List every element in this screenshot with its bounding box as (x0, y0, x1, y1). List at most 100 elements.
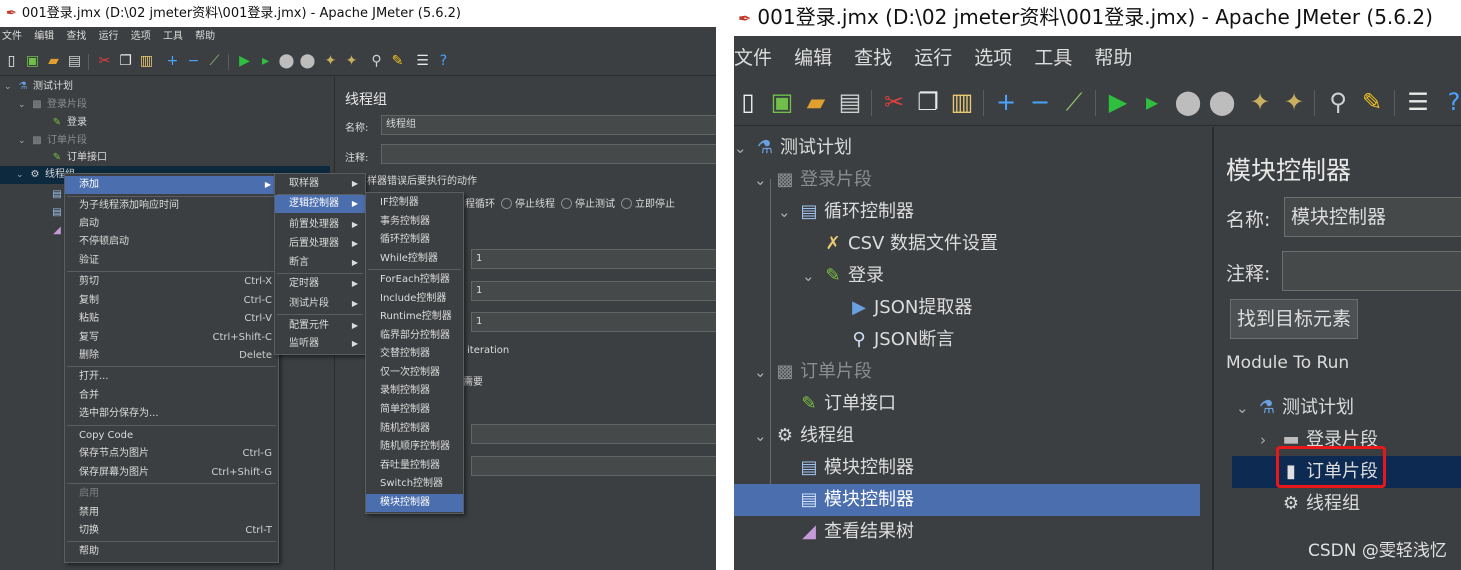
submenu-item-listener[interactable]: 监听器 ▶ (275, 335, 365, 353)
menu-item-cut[interactable]: 剪切 Ctrl-X (65, 273, 278, 291)
start-icon[interactable]: ▶ (1104, 88, 1132, 116)
chevron-down-icon[interactable]: ⌄ (754, 164, 774, 196)
radio-stop-now[interactable] (621, 198, 632, 209)
menu-tools[interactable]: 工具 (163, 31, 183, 42)
tree-node-login-fragment[interactable]: ⌄ ▩ 登录片段 (18, 96, 87, 114)
menu-tools[interactable]: 工具 (1034, 47, 1072, 69)
menu-item-copy[interactable]: 复制 Ctrl-C (65, 292, 278, 310)
collapse-icon[interactable]: − (185, 53, 202, 70)
tree-node-order-api[interactable]: ✎ 订单接口 (50, 149, 107, 167)
expand-icon[interactable]: + (992, 88, 1020, 116)
find-target-button[interactable]: 找到目标元素 (1230, 299, 1358, 339)
tree-node-login-fragment[interactable]: ⌄ ▩ 登录片段 (754, 164, 872, 196)
logic-item-transaction[interactable]: 事务控制器 (366, 213, 463, 231)
name-field[interactable]: 模块控制器 (1284, 197, 1461, 237)
submenu-item-sampler[interactable]: 取样器 ▶ (275, 175, 365, 193)
menu-search[interactable]: 查找 (66, 31, 86, 42)
tree-node-thread-group[interactable]: ⌄ ⚙ 线程组 (754, 420, 854, 452)
submenu-item-pre-processor[interactable]: 前置处理器 ▶ (275, 216, 365, 234)
toggle-icon[interactable]: ⟋ (206, 53, 223, 70)
clear-all-icon[interactable]: ✦ (343, 53, 360, 70)
tree-node-order-fragment[interactable]: ⌄ ▩ 订单片段 (18, 132, 87, 150)
search-icon[interactable]: ⚲ (1324, 88, 1352, 116)
save-icon[interactable]: ▤ (836, 88, 864, 116)
shutdown-icon[interactable]: ⬤ (1208, 88, 1236, 116)
comment-field[interactable] (1282, 251, 1461, 291)
reset-search-icon[interactable]: ✎ (389, 53, 406, 70)
logic-item-loop[interactable]: 循环控制器 (366, 231, 463, 249)
open-icon[interactable]: ▰ (802, 88, 830, 116)
copy-icon[interactable]: ❐ (117, 53, 134, 70)
tree-node-order-fragment[interactable]: ⌄ ▩ 订单片段 (754, 356, 872, 388)
name-field[interactable]: 线程组 (381, 115, 716, 135)
submenu-item-logic-controller[interactable]: 逻辑控制器 ▶ (275, 195, 365, 213)
logic-item-if[interactable]: IF控制器 (366, 194, 463, 212)
function-helper-icon[interactable]: ☰ (414, 53, 431, 70)
loop-count-field[interactable]: 1 (471, 312, 716, 332)
menu-help[interactable]: 帮助 (1094, 47, 1132, 69)
chevron-down-icon[interactable]: ⌄ (802, 260, 822, 292)
save-icon[interactable]: ▤ (66, 53, 83, 70)
stop-icon[interactable]: ⬤ (278, 53, 295, 70)
submenu-item-config-element[interactable]: 配置元件 ▶ (275, 317, 365, 335)
logic-item-module-controller[interactable]: 模块控制器 (366, 494, 463, 512)
chevron-down-icon[interactable]: ⌄ (778, 196, 798, 228)
menu-item-add[interactable]: 添加 ▶ (65, 176, 278, 194)
logic-item-simple[interactable]: 简单控制器 (366, 401, 463, 419)
open-icon[interactable]: ▰ (45, 53, 62, 70)
menu-item-help[interactable]: 帮助 (65, 543, 278, 561)
toggle-icon[interactable]: ⟋ (1060, 88, 1088, 116)
menu-item-start[interactable]: 启动 (65, 215, 278, 233)
logic-item-recording[interactable]: 录制控制器 (366, 382, 463, 400)
tree-node-test-plan[interactable]: ⌄ ⚗ 测试计划 (4, 78, 73, 96)
chevron-down-icon[interactable]: ⌄ (734, 132, 754, 164)
tree-node-login[interactable]: ⌄ ✎ 登录 (802, 260, 884, 292)
submenu-item-test-fragment[interactable]: 测试片段 ▶ (275, 295, 365, 313)
clear-icon[interactable]: ✦ (322, 53, 339, 70)
menu-item-merge[interactable]: 合并 (65, 387, 278, 405)
new-icon[interactable]: ▯ (734, 88, 762, 116)
comment-field[interactable] (381, 144, 716, 164)
cut-icon[interactable]: ✂ (96, 53, 113, 70)
help-icon[interactable]: ? (1440, 88, 1461, 116)
menu-item-save-screen-image[interactable]: 保存屏幕为图片 Ctrl+Shift-G (65, 464, 278, 482)
tree-node-order-api[interactable]: ✎ 订单接口 (798, 388, 896, 420)
ramp-up-field[interactable]: 1 (471, 281, 716, 301)
menu-item-validate[interactable]: 验证 (65, 252, 278, 270)
duration-field[interactable] (471, 424, 716, 444)
logic-item-switch[interactable]: Switch控制器 (366, 475, 463, 493)
submenu-item-post-processor[interactable]: 后置处理器 ▶ (275, 235, 365, 253)
menu-search[interactable]: 查找 (854, 47, 892, 69)
logic-item-runtime[interactable]: Runtime控制器 (366, 308, 463, 326)
logic-item-once-only[interactable]: 仅一次控制器 (366, 364, 463, 382)
search-icon[interactable]: ⚲ (368, 53, 385, 70)
tree-node-json-assertion[interactable]: ⚲ JSON断言 (848, 324, 954, 356)
logic-item-include[interactable]: Include控制器 (366, 290, 463, 308)
tree-node-loop-controller[interactable]: ⌄ ▤ 循环控制器 (778, 196, 914, 228)
collapse-icon[interactable]: − (1026, 88, 1054, 116)
stop-icon[interactable]: ⬤ (1174, 88, 1202, 116)
radio-stop-test[interactable] (561, 198, 572, 209)
cut-icon[interactable]: ✂ (880, 88, 908, 116)
menu-run[interactable]: 运行 (914, 47, 952, 69)
chevron-down-icon[interactable]: ⌄ (18, 96, 30, 114)
clear-all-icon[interactable]: ✦ (1280, 88, 1308, 116)
chevron-down-icon[interactable]: ⌄ (754, 356, 774, 388)
expand-icon[interactable]: + (164, 53, 181, 70)
logic-item-foreach[interactable]: ForEach控制器 (366, 271, 463, 289)
tree-node-result-tree[interactable]: ◢ 查看结果树 (798, 516, 914, 548)
menu-item-save-node-image[interactable]: 保存节点为图片 Ctrl-G (65, 445, 278, 463)
threads-field[interactable]: 1 (471, 249, 716, 269)
menu-options[interactable]: 选项 (131, 31, 151, 42)
submenu-item-assertion[interactable]: 断言 ▶ (275, 254, 365, 272)
module-tree-thread-group[interactable]: ⚙ 线程组 (1280, 488, 1360, 520)
tree-node-csv[interactable]: ✗ CSV 数据文件设置 (822, 228, 998, 260)
menu-file[interactable]: 文件 (2, 31, 22, 42)
logic-item-critical-section[interactable]: 临界部分控制器 (366, 327, 463, 345)
menu-options[interactable]: 选项 (974, 47, 1012, 69)
chevron-down-icon[interactable]: ⌄ (1236, 392, 1256, 424)
logic-item-random[interactable]: 随机控制器 (366, 420, 463, 438)
menu-item-toggle[interactable]: 切换 Ctrl-T (65, 522, 278, 540)
submenu-item-timer[interactable]: 定时器 ▶ (275, 275, 365, 293)
start-no-pauses-icon[interactable]: ▸ (1138, 88, 1166, 116)
